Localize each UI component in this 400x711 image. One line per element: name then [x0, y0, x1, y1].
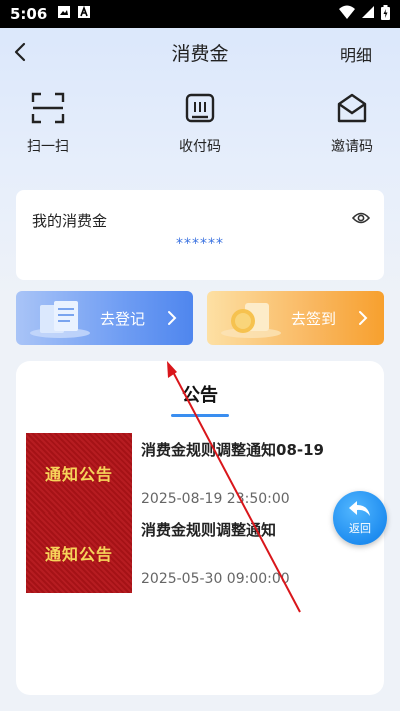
- notice-thumbnail-text: 通知公告: [44, 465, 113, 484]
- return-arrow-icon: [349, 501, 370, 516]
- register-label: 去登记: [100, 310, 146, 328]
- floating-return-label: 返回: [349, 522, 371, 535]
- payment-code-label: 收付码: [179, 139, 221, 155]
- eye-icon[interactable]: [351, 210, 371, 229]
- notice-item-date: 2025-05-30 09:00:00: [141, 571, 290, 587]
- signal-icon: [361, 5, 375, 23]
- page-title: 消费金: [171, 42, 229, 65]
- floating-return-button[interactable]: 返回: [333, 491, 387, 545]
- scan-button[interactable]: 扫一扫: [8, 90, 88, 156]
- image-notification-icon: [57, 5, 71, 23]
- notice-item-title: 消费金规则调整通知: [141, 521, 277, 539]
- balance-value: ******: [176, 236, 224, 252]
- scan-label: 扫一扫: [27, 139, 69, 155]
- chevron-right-icon: [168, 311, 177, 325]
- app-notification-icon: [77, 5, 91, 23]
- quick-actions: 扫一扫 收付码 邀请码: [0, 90, 400, 160]
- chevron-right-icon: [359, 311, 368, 325]
- invite-code-label: 邀请码: [331, 139, 373, 155]
- status-time: 5:06: [10, 5, 48, 23]
- battery-icon: [381, 4, 390, 24]
- notice-thumbnail: 通知公告: [26, 513, 132, 593]
- notice-item-date: 2025-08-19 23:50:00: [141, 491, 290, 507]
- document-illustration-icon: [26, 297, 92, 343]
- notice-panel: 公告 通知公告 消费金规则调整通知08-19 2025-08-19 23:50:…: [16, 361, 384, 695]
- notice-title-underline: [171, 414, 229, 417]
- wifi-icon: [339, 5, 355, 23]
- payment-code-icon: [185, 93, 215, 123]
- invite-mail-icon: [337, 93, 367, 123]
- chevron-left-icon: [14, 42, 26, 62]
- scan-icon: [31, 92, 65, 124]
- notice-item-title: 消费金规则调整通知08-19: [141, 441, 324, 459]
- register-button[interactable]: 去登记: [16, 291, 193, 345]
- notice-title: 公告: [182, 385, 218, 406]
- payment-code-button[interactable]: 收付码: [160, 90, 240, 156]
- notice-thumbnail-text: 通知公告: [44, 545, 113, 564]
- coin-scroll-illustration-icon: [217, 297, 283, 343]
- balance-label: 我的消费金: [32, 212, 108, 230]
- balance-card: 我的消费金 ******: [16, 190, 384, 280]
- signin-label: 去签到: [291, 310, 337, 328]
- notice-thumbnail: 通知公告: [26, 433, 132, 513]
- invite-code-button[interactable]: 邀请码: [312, 90, 392, 156]
- status-bar: 5:06: [0, 0, 400, 28]
- signin-button[interactable]: 去签到: [207, 291, 384, 345]
- detail-link[interactable]: 明细: [340, 42, 372, 66]
- app-header: 消费金 明细: [0, 28, 400, 76]
- back-button[interactable]: [10, 40, 32, 64]
